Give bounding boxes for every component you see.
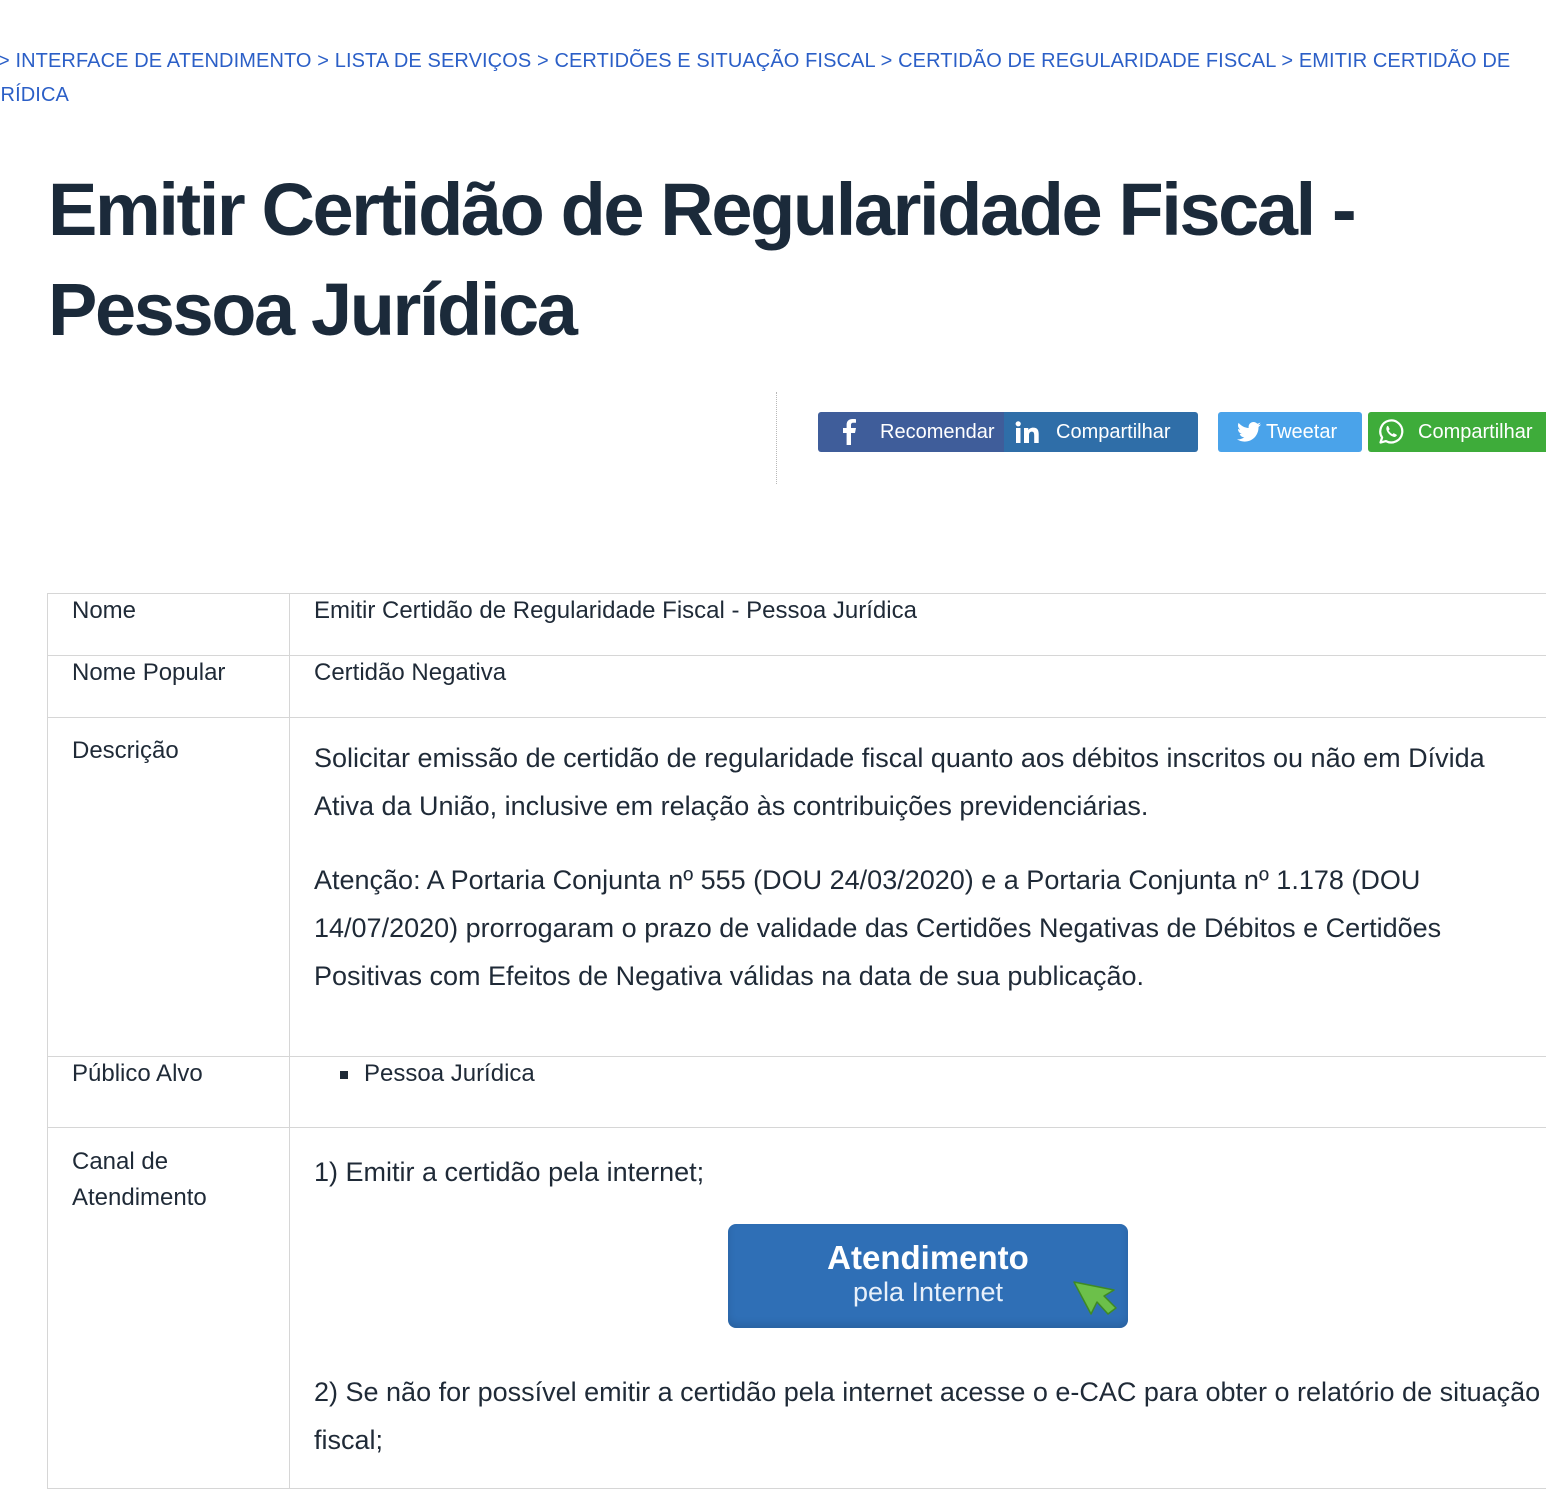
breadcrumb-separator: > [317,50,329,72]
canal-step-1: 1) Emitir a certidão pela internet; [314,1148,1542,1196]
row-label-descricao: Descrição [48,718,290,1057]
row-label-nome: Nome [48,594,290,656]
atendimento-button-title: Atendimento [728,1240,1128,1276]
row-label-publico-alvo: Público Alvo [48,1057,290,1128]
breadcrumb-link-interface[interactable]: INTERFACE DE ATENDIMENTO [15,50,311,72]
whatsapp-icon [1374,417,1408,447]
breadcrumb-link-lista-servicos[interactable]: LISTA DE SERVIÇOS [335,50,532,72]
atendimento-internet-button[interactable]: Atendimento pela Internet [728,1224,1128,1328]
page-title-line2: Pessoa Jurídica [48,268,576,351]
attention-text: A Portaria Conjunta nº 555 (DOU 24/03/20… [314,865,1441,991]
facebook-recommend-button[interactable]: Recomendar [818,412,1008,452]
twitter-tweet-label: Tweetar [1266,421,1337,444]
table-row-canal-atendimento: Canal de Atendimento 1) Emitir a certidã… [48,1128,1546,1489]
row-value-canal-atendimento: 1) Emitir a certidão pela internet; Aten… [290,1128,1546,1489]
breadcrumb-separator: > [537,50,549,72]
facebook-recommend-label: Recomendar [880,421,995,444]
page-title-line1: Emitir Certidão de Regularidade Fiscal - [48,168,1354,251]
list-item: Pessoa Jurídica [340,1057,1542,1091]
canal-label-line2: Atendimento [72,1184,207,1211]
row-value-descricao: Solicitar emissão de certidão de regular… [290,718,1546,1057]
canal-step-2: 2) Se não for possível emitir a certidão… [314,1368,1542,1464]
whatsapp-share-label: Compartilhar [1418,421,1532,444]
row-value-nome: Emitir Certidão de Regularidade Fiscal -… [290,594,1546,656]
breadcrumb-link-certidoes[interactable]: CERTIDÕES E SITUAÇÃO FISCAL [554,50,875,72]
attention-paragraph: Atenção: A Portaria Conjunta nº 555 (DOU… [314,856,1542,1000]
table-row-nome: Nome Emitir Certidão de Regularidade Fis… [48,594,1546,656]
linkedin-share-label: Compartilhar [1056,421,1170,444]
breadcrumb-current-page[interactable]: EMITIR CERTIDÃO DE [1299,50,1510,72]
linkedin-share-button[interactable]: Compartilhar [1004,412,1198,452]
table-row-nome-popular: Nome Popular Certidão Negativa [48,656,1546,718]
breadcrumb-separator: > [0,50,10,72]
twitter-icon [1236,422,1262,442]
breadcrumb: > INTERFACE DE ATENDIMENTO > LISTA DE SE… [0,44,1518,112]
canal-label-line1: Canal de [72,1148,168,1175]
table-row-descricao: Descrição Solicitar emissão de certidão … [48,718,1546,1057]
breadcrumb-link-certidao-regularidade[interactable]: CERTIDÃO DE REGULARIDADE FISCAL [898,50,1276,72]
breadcrumb-separator: > [1281,50,1293,72]
breadcrumb-separator: > [881,50,893,72]
linkedin-icon [1010,421,1044,443]
publico-alvo-list: Pessoa Jurídica [314,1057,1542,1091]
cursor-arrow-icon [1070,1276,1122,1318]
row-label-nome-popular: Nome Popular [48,656,290,718]
row-value-publico-alvo: Pessoa Jurídica [290,1057,1546,1128]
twitter-tweet-button[interactable]: Tweetar [1218,412,1362,452]
page-title: Emitir Certidão de Regularidade Fiscal -… [48,160,1488,360]
facebook-icon [832,419,866,445]
service-info-table: Nome Emitir Certidão de Regularidade Fis… [47,593,1546,1489]
attention-label: Atenção: [314,865,421,895]
descricao-paragraph: Solicitar emissão de certidão de regular… [314,734,1542,830]
atendimento-button-wrapper: Atendimento pela Internet [314,1224,1542,1328]
row-value-nome-popular: Certidão Negativa [290,656,1546,718]
atendimento-button-subtitle: pela Internet [728,1276,1128,1308]
table-row-publico-alvo: Público Alvo Pessoa Jurídica [48,1057,1546,1128]
share-divider [776,392,777,484]
whatsapp-share-button[interactable]: Compartilhar [1368,412,1546,452]
row-label-canal-atendimento: Canal de Atendimento [48,1128,290,1489]
breadcrumb-current-page-continued[interactable]: URÍDICA [0,84,69,106]
